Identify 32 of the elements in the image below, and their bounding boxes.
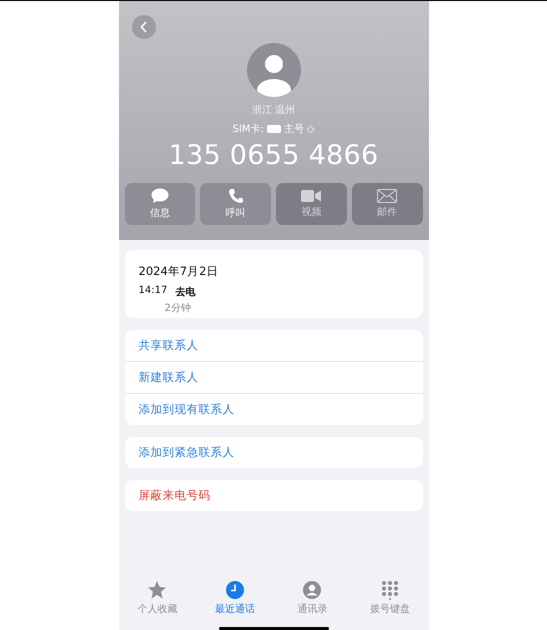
tab-item[interactable]: 个人收藏: [122, 580, 192, 616]
option-link[interactable]: 新建联系人: [124, 362, 422, 394]
person-circle-icon: [302, 580, 322, 600]
phone-handset-icon: [228, 188, 244, 204]
phone-number: 135 0655 4866: [168, 140, 379, 171]
action-button[interactable]: 信息: [124, 183, 196, 225]
call-type: 去电: [175, 286, 196, 299]
clock-icon: [224, 580, 245, 600]
action-button[interactable]: 呼叫: [200, 183, 271, 225]
sim-line-text[interactable]: 主号: [284, 122, 304, 136]
call-duration: 2分钟: [164, 302, 192, 315]
envelope-icon: [377, 189, 398, 203]
sim-switch-icon[interactable]: ◇: [306, 124, 314, 134]
tab-item[interactable]: 最近通话: [200, 580, 270, 616]
tab-item[interactable]: 拨号键盘: [354, 580, 425, 616]
keypad-icon: [380, 580, 400, 600]
back-button[interactable]: [132, 15, 156, 39]
option-link[interactable]: 共享联系人: [124, 330, 422, 362]
option-link[interactable]: 添加到紧急联系人: [124, 437, 422, 468]
star-icon: [147, 580, 168, 600]
option-link[interactable]: 屏蔽来电号码: [124, 480, 422, 511]
speech-bubble-icon: [150, 188, 169, 204]
avatar-silhouette-icon: [246, 43, 300, 97]
chevron-left-icon: [140, 21, 148, 33]
call-time: 14:17: [138, 285, 168, 298]
tab-item[interactable]: 通讯录: [277, 580, 348, 616]
sim-card-icon: [266, 125, 281, 133]
video-camera-icon: [301, 189, 322, 203]
sim-label: SIM卡:: [232, 122, 264, 136]
option-link[interactable]: 添加到现有联系人: [124, 394, 422, 425]
call-date: 2024年7月2日: [138, 264, 220, 279]
location-text: 浙江 温州: [252, 104, 296, 117]
